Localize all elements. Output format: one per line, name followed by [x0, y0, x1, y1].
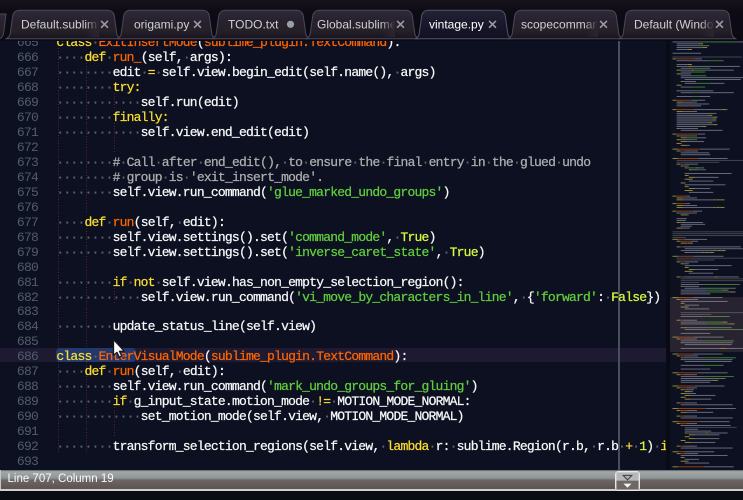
svg-text:TODO.txt: TODO.txt: [228, 18, 279, 32]
svg-text:vintage.py: vintage.py: [429, 18, 484, 32]
svg-text:origami.py: origami.py: [134, 18, 189, 32]
